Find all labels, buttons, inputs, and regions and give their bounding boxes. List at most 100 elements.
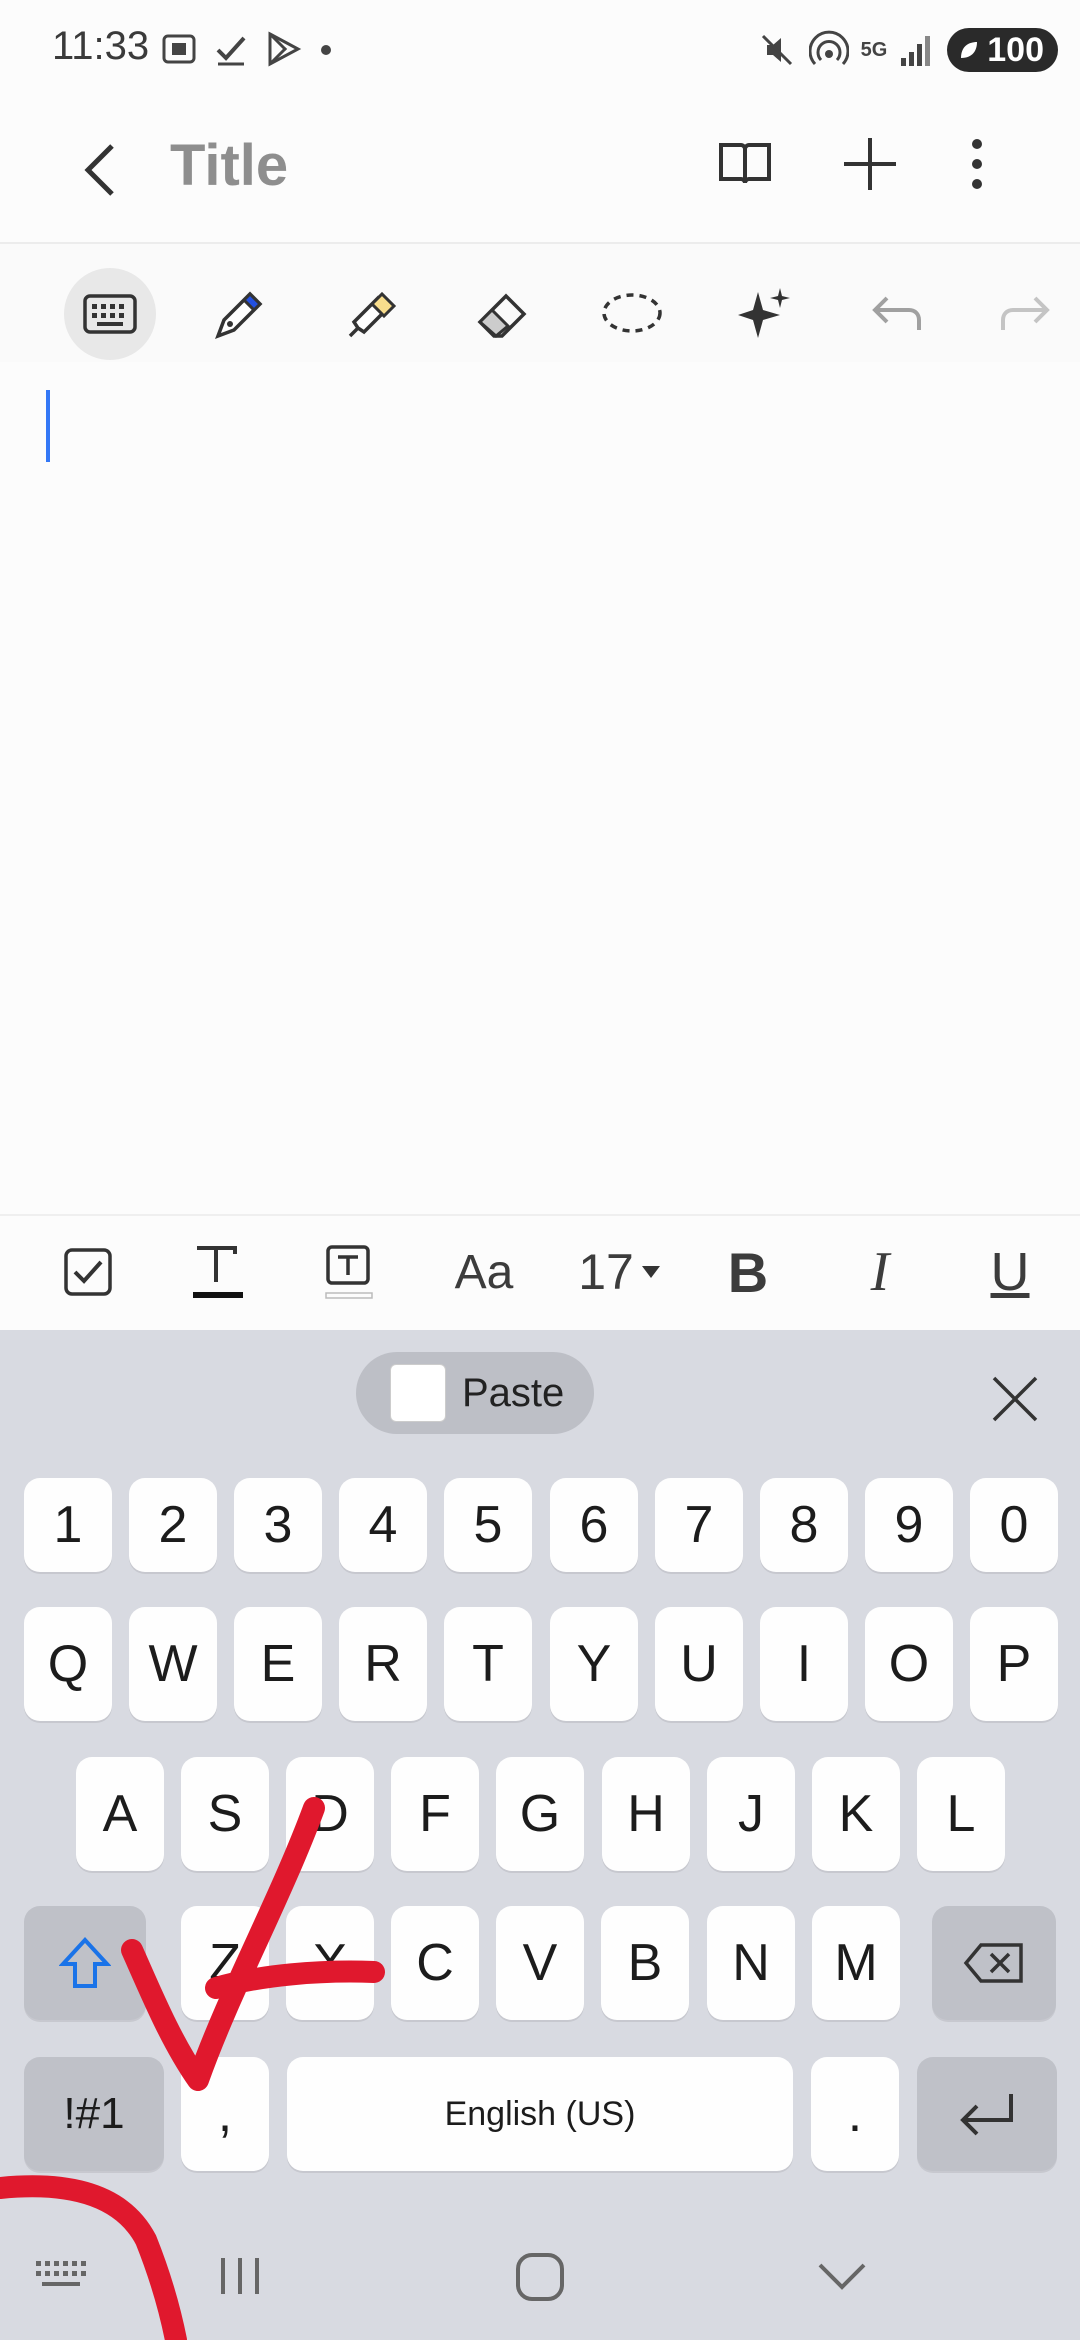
lasso-icon	[602, 293, 662, 333]
highlighter-tool-button[interactable]	[326, 268, 418, 360]
close-icon	[992, 1376, 1038, 1422]
recents-icon	[221, 2258, 259, 2294]
home-button[interactable]	[500, 2242, 580, 2312]
pen-tool-button[interactable]	[194, 268, 286, 360]
symbols-key[interactable]: !#1	[24, 2057, 164, 2171]
letter-key-d[interactable]: D	[286, 1757, 374, 1871]
keyboard-small-icon	[36, 2261, 86, 2286]
keyboard-tool-button[interactable]	[64, 268, 156, 360]
reading-mode-button[interactable]	[705, 124, 785, 204]
number-key-7[interactable]: 7	[655, 1478, 743, 1572]
italic-button[interactable]: I	[844, 1236, 916, 1308]
app-bar	[0, 100, 1080, 240]
enter-icon	[960, 2094, 1013, 2136]
letter-key-k[interactable]: K	[812, 1757, 900, 1871]
letter-key-q[interactable]: Q	[24, 1607, 112, 1721]
letter-key-s[interactable]: S	[181, 1757, 269, 1871]
hotspot-icon	[808, 30, 849, 66]
letter-key-c[interactable]: C	[391, 1906, 479, 2020]
letter-key-z[interactable]: Z	[181, 1906, 269, 2020]
letter-key-y[interactable]: Y	[550, 1607, 638, 1721]
signal-icon	[901, 36, 931, 66]
letter-key-i[interactable]: I	[760, 1607, 848, 1721]
dot-icon	[321, 45, 331, 55]
chevron-left-icon	[84, 144, 114, 196]
keyboard-switch-button[interactable]	[24, 2250, 98, 2300]
letter-key-x[interactable]: X	[286, 1906, 374, 2020]
letter-key-m[interactable]: M	[812, 1906, 900, 2020]
number-key-4[interactable]: 4	[339, 1478, 427, 1572]
letter-key-b[interactable]: B	[601, 1906, 689, 2020]
status-time: 11:33	[52, 24, 150, 68]
book-icon	[719, 143, 771, 184]
eraser-tool-button[interactable]	[456, 268, 548, 360]
letter-key-j[interactable]: J	[707, 1757, 795, 1871]
add-button[interactable]	[830, 124, 910, 204]
number-key-9[interactable]: 9	[865, 1478, 953, 1572]
letter-key-n[interactable]: N	[707, 1906, 795, 2020]
letter-key-v[interactable]: V	[496, 1906, 584, 2020]
note-body-editor[interactable]	[0, 362, 1080, 1212]
space-key[interactable]: English (US)	[287, 2057, 793, 2171]
letter-key-e[interactable]: E	[234, 1607, 322, 1721]
close-suggestion-button[interactable]	[980, 1364, 1050, 1434]
letter-key-o[interactable]: O	[865, 1607, 953, 1721]
bold-button[interactable]: B	[712, 1236, 784, 1308]
letter-key-g[interactable]: G	[496, 1757, 584, 1871]
home-icon	[516, 2253, 564, 2301]
more-options-button[interactable]	[955, 124, 999, 204]
backspace-key[interactable]	[932, 1906, 1056, 2020]
letter-key-h[interactable]: H	[602, 1757, 690, 1871]
letter-key-p[interactable]: P	[970, 1607, 1058, 1721]
enter-key[interactable]	[917, 2057, 1057, 2171]
number-key-3[interactable]: 3	[234, 1478, 322, 1572]
undo-button[interactable]	[850, 268, 942, 360]
number-key-0[interactable]: 0	[970, 1478, 1058, 1572]
checkbox-button[interactable]	[52, 1236, 124, 1308]
period-key[interactable]: .	[811, 2057, 899, 2171]
back-button[interactable]	[60, 130, 140, 210]
ai-assist-button[interactable]	[718, 268, 810, 360]
number-key-5[interactable]: 5	[444, 1478, 532, 1572]
play-store-icon	[268, 31, 302, 67]
network-type: 5G	[860, 39, 888, 61]
hide-keyboard-button[interactable]	[800, 2246, 884, 2306]
text-color-button[interactable]	[182, 1236, 254, 1308]
redo-button[interactable]	[980, 268, 1072, 360]
shift-key[interactable]	[24, 1906, 146, 2020]
font-size-value: 17	[578, 1244, 634, 1300]
checkbox-icon	[64, 1248, 112, 1296]
letter-key-l[interactable]: L	[917, 1757, 1005, 1871]
recent-apps-button[interactable]	[200, 2246, 280, 2306]
letter-key-t[interactable]: T	[444, 1607, 532, 1721]
caret-down-icon	[641, 1266, 660, 1278]
text-background-button[interactable]	[314, 1236, 386, 1308]
letter-key-f[interactable]: F	[391, 1757, 479, 1871]
lasso-tool-button[interactable]	[586, 268, 678, 360]
comma-key[interactable]: ,	[181, 2057, 269, 2171]
letter-key-r[interactable]: R	[339, 1607, 427, 1721]
backspace-icon	[963, 1943, 1023, 1983]
keyboard-icon	[83, 294, 137, 334]
pen-icon	[215, 291, 263, 339]
shift-icon	[59, 1937, 111, 1988]
highlighter-icon	[348, 291, 397, 338]
letter-key-w[interactable]: W	[129, 1607, 217, 1721]
number-key-2[interactable]: 2	[129, 1478, 217, 1572]
number-key-6[interactable]: 6	[550, 1478, 638, 1572]
clipboard-thumbnail	[390, 1364, 446, 1422]
plus-icon	[844, 138, 896, 190]
note-title[interactable]: Title	[170, 132, 288, 199]
font-size-dropdown[interactable]: 17	[570, 1236, 670, 1308]
paste-label: Paste	[462, 1370, 565, 1415]
number-key-8[interactable]: 8	[760, 1478, 848, 1572]
undo-icon	[872, 296, 921, 330]
letter-key-a[interactable]: A	[76, 1757, 164, 1871]
screenshot-icon	[162, 34, 196, 64]
paste-suggestion[interactable]: Paste	[356, 1352, 594, 1434]
font-style-button[interactable]: Aa	[444, 1236, 524, 1308]
redo-icon	[1001, 296, 1050, 330]
underline-button[interactable]: U	[974, 1236, 1046, 1308]
number-key-1[interactable]: 1	[24, 1478, 112, 1572]
letter-key-u[interactable]: U	[655, 1607, 743, 1721]
